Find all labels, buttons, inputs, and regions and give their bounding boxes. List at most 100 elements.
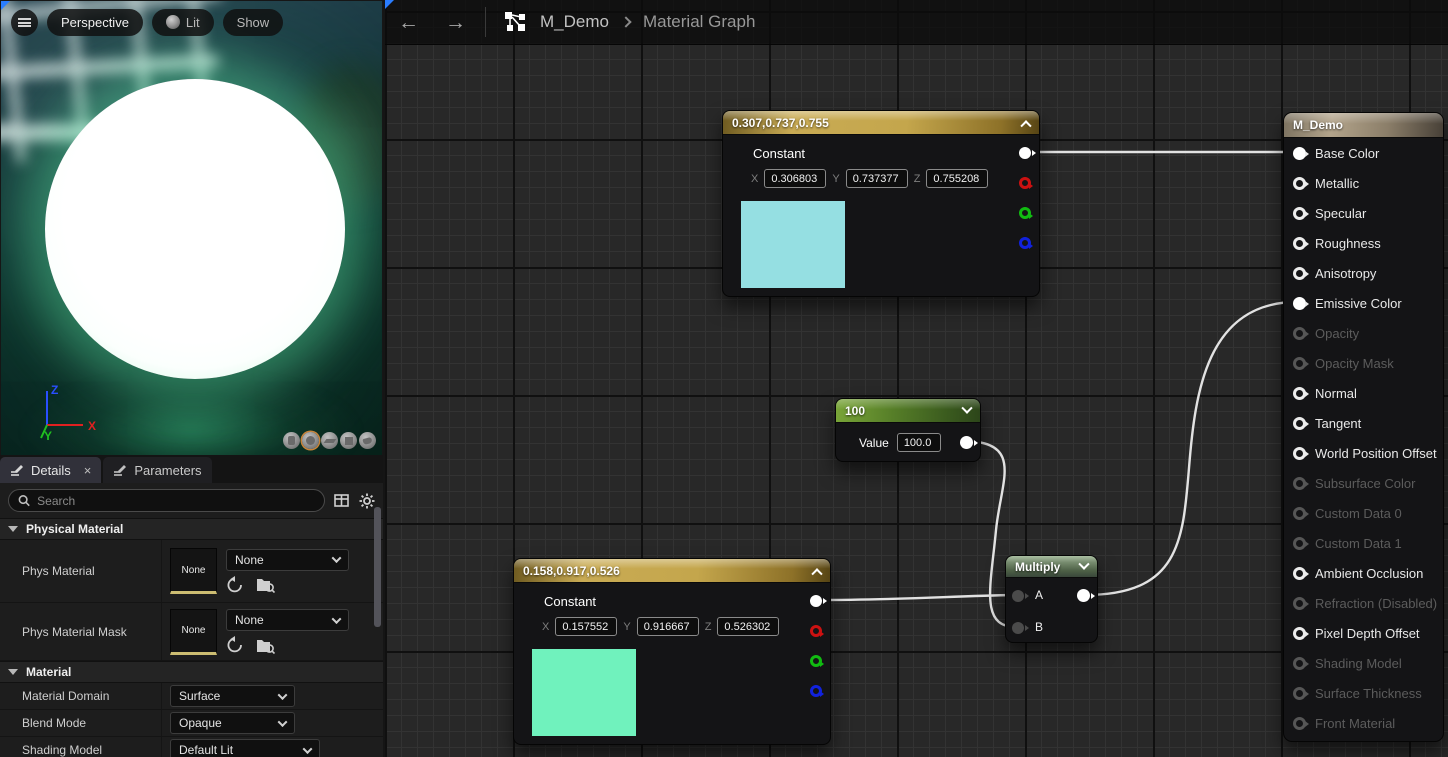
expand-chevron-icon[interactable] xyxy=(961,402,972,413)
pin-refraction[interactable]: Refraction (Disabled) xyxy=(1293,595,1437,611)
use-selected-asset-icon[interactable] xyxy=(226,576,244,594)
back-arrow-button[interactable]: ← xyxy=(385,12,432,33)
mesh-teapot-button[interactable] xyxy=(359,432,376,449)
y-input[interactable]: 0.737377 xyxy=(846,169,908,188)
use-selected-asset-icon[interactable] xyxy=(226,636,244,654)
input-pin-a[interactable] xyxy=(1012,590,1024,602)
node-header[interactable]: 100 xyxy=(836,399,980,423)
pin-dot[interactable] xyxy=(1293,507,1306,520)
mesh-cylinder-button[interactable] xyxy=(283,432,300,449)
pin-opacity[interactable]: Opacity xyxy=(1293,325,1359,341)
pin-subsurface-color[interactable]: Subsurface Color xyxy=(1293,475,1415,491)
x-input[interactable]: 0.157552 xyxy=(555,617,617,636)
value-input[interactable]: 100.0 xyxy=(897,433,941,452)
pin-dot[interactable] xyxy=(1293,717,1306,730)
pin-anisotropy[interactable]: Anisotropy xyxy=(1293,265,1376,281)
pin-dot[interactable] xyxy=(1293,687,1306,700)
section-physical-material[interactable]: Physical Material xyxy=(0,518,383,540)
pin-dot[interactable] xyxy=(1293,207,1306,220)
tab-parameters[interactable]: Parameters xyxy=(103,457,211,483)
pin-dot[interactable] xyxy=(1293,567,1306,580)
mesh-sphere-button[interactable] xyxy=(302,432,319,449)
phys-material-dropdown[interactable]: None xyxy=(226,549,349,571)
breadcrumb-root[interactable]: M_Demo xyxy=(540,12,609,32)
pin-custom-data-0[interactable]: Custom Data 0 xyxy=(1293,505,1402,521)
pin-shading-model[interactable]: Shading Model xyxy=(1293,655,1402,671)
browse-asset-icon[interactable] xyxy=(256,637,275,654)
y-input[interactable]: 0.916667 xyxy=(637,617,699,636)
z-input[interactable]: 0.755208 xyxy=(926,169,988,188)
output-pin-rgb[interactable] xyxy=(810,595,822,607)
wire-const2-to-multiply-a[interactable] xyxy=(815,595,1015,600)
pin-dot[interactable] xyxy=(1293,477,1306,490)
forward-arrow-button[interactable]: → xyxy=(432,12,479,33)
details-scrollbar[interactable] xyxy=(374,507,381,627)
viewport-menu-button[interactable] xyxy=(11,9,38,36)
pin-surface-thickness[interactable]: Surface Thickness xyxy=(1293,685,1422,701)
z-input[interactable]: 0.526302 xyxy=(717,617,779,636)
pin-normal[interactable]: Normal xyxy=(1293,385,1357,401)
output-pin-r[interactable] xyxy=(810,625,822,637)
show-button[interactable]: Show xyxy=(223,9,284,36)
constant-100-node[interactable]: 100 Value 100.0 xyxy=(835,398,981,462)
pin-world-position-offset[interactable]: World Position Offset xyxy=(1293,445,1437,461)
collapse-chevron-icon[interactable] xyxy=(1020,120,1031,131)
expand-chevron-icon[interactable] xyxy=(1078,558,1089,569)
pin-pixel-depth-offset[interactable]: Pixel Depth Offset xyxy=(1293,625,1420,641)
pin-dot[interactable] xyxy=(1293,447,1306,460)
material-result-node[interactable]: M_Demo Base Color Metallic Specular Roug… xyxy=(1283,112,1444,742)
pin-dot[interactable] xyxy=(1293,387,1306,400)
input-pin-b[interactable] xyxy=(1012,622,1024,634)
wire-multiply-to-emissive[interactable] xyxy=(1085,302,1297,595)
pin-tangent[interactable]: Tangent xyxy=(1293,415,1361,431)
close-icon[interactable]: × xyxy=(84,463,92,478)
pin-specular[interactable]: Specular xyxy=(1293,205,1366,221)
phys-material-mask-thumbnail[interactable]: None xyxy=(170,609,217,655)
node-header[interactable]: 0.158,0.917,0.526 xyxy=(514,559,830,583)
shading-model-dropdown[interactable]: Default Lit xyxy=(170,739,320,757)
lit-mode-button[interactable]: Lit xyxy=(152,9,214,36)
constant3-node-1[interactable]: 0.307,0.737,0.755 Constant X 0.306803 Y … xyxy=(722,110,1040,297)
display-filter-button[interactable] xyxy=(333,492,350,509)
node-header[interactable]: 0.307,0.737,0.755 xyxy=(723,111,1039,135)
preview-viewport[interactable]: Perspective Lit Show Z X Y xyxy=(1,1,382,455)
pin-base-color[interactable]: Base Color xyxy=(1293,145,1379,161)
phys-material-thumbnail[interactable]: None xyxy=(170,548,217,594)
browse-asset-icon[interactable] xyxy=(256,576,275,593)
output-pin-b[interactable] xyxy=(810,685,822,697)
settings-button[interactable] xyxy=(358,492,375,509)
output-pin-g[interactable] xyxy=(1019,207,1031,219)
pin-dot[interactable] xyxy=(1293,627,1306,640)
output-pin-r[interactable] xyxy=(1019,177,1031,189)
pin-roughness[interactable]: Roughness xyxy=(1293,235,1381,251)
pin-dot[interactable] xyxy=(1293,537,1306,550)
pin-dot[interactable] xyxy=(1293,357,1306,370)
output-pin[interactable] xyxy=(960,436,973,449)
search-input[interactable] xyxy=(37,494,315,508)
pin-front-material[interactable]: Front Material xyxy=(1293,715,1395,731)
pin-dot[interactable] xyxy=(1293,327,1306,340)
pin-dot[interactable] xyxy=(1293,297,1306,310)
pin-metallic[interactable]: Metallic xyxy=(1293,175,1359,191)
collapse-chevron-icon[interactable] xyxy=(811,568,822,579)
mesh-cube-button[interactable] xyxy=(340,432,357,449)
perspective-button[interactable]: Perspective xyxy=(47,9,143,36)
blend-mode-dropdown[interactable]: Opaque xyxy=(170,712,295,734)
multiply-node[interactable]: Multiply A B xyxy=(1005,555,1098,643)
pin-dot[interactable] xyxy=(1293,237,1306,250)
tab-details[interactable]: Details × xyxy=(0,457,101,483)
pin-dot[interactable] xyxy=(1293,417,1306,430)
pin-opacity-mask[interactable]: Opacity Mask xyxy=(1293,355,1394,371)
pin-dot[interactable] xyxy=(1293,267,1306,280)
constant3-node-2[interactable]: 0.158,0.917,0.526 Constant X 0.157552 Y … xyxy=(513,558,831,745)
output-pin-b[interactable] xyxy=(1019,237,1031,249)
pin-dot[interactable] xyxy=(1293,147,1306,160)
mesh-plane-button[interactable] xyxy=(321,432,338,449)
output-pin[interactable] xyxy=(1077,589,1090,602)
material-domain-dropdown[interactable]: Surface xyxy=(170,685,295,707)
pin-custom-data-1[interactable]: Custom Data 1 xyxy=(1293,535,1402,551)
pin-dot[interactable] xyxy=(1293,657,1306,670)
search-box[interactable] xyxy=(8,489,325,512)
output-pin-g[interactable] xyxy=(810,655,822,667)
material-graph-canvas[interactable]: ← → M_Demo Material Graph 0.307,0.737,0 xyxy=(385,0,1448,757)
